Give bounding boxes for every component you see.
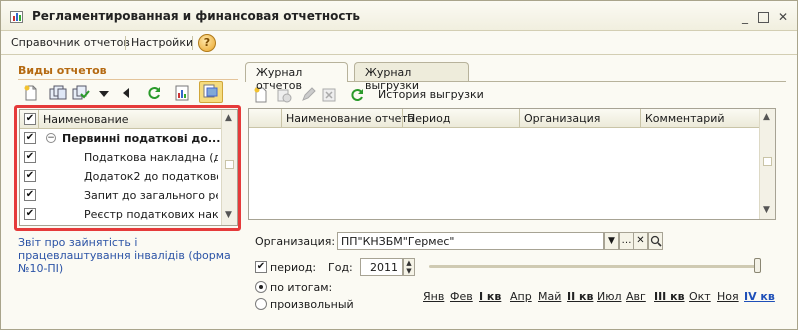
tree-row-group[interactable]: ✔ − Первинні податкові до... <box>20 129 220 148</box>
year-field[interactable]: 2011 <box>360 258 403 276</box>
tree-row-label: Податкова накладна (д... <box>84 151 218 164</box>
tree-mode-toggle[interactable] <box>199 81 223 103</box>
menu-separator <box>192 36 193 50</box>
report-chart-icon[interactable] <box>174 85 192 101</box>
month-may[interactable]: Май <box>538 290 561 303</box>
period-slider-thumb[interactable] <box>754 258 761 273</box>
clear-icon[interactable]: ✕ <box>633 232 648 250</box>
tree-row-label: Первинні податкові до... <box>62 132 220 145</box>
new-document-icon[interactable] <box>23 85 41 101</box>
menu-settings[interactable]: Настройки <box>131 36 193 49</box>
scroll-up-icon[interactable]: ▲ <box>225 113 232 123</box>
month-jul[interactable]: Июл <box>597 290 622 303</box>
tree-row[interactable]: ✔ Реєстр податкових нак... <box>20 205 220 224</box>
copy-icon[interactable] <box>49 85 67 101</box>
maximize-button[interactable] <box>758 12 769 23</box>
period-slider-track[interactable] <box>429 265 759 268</box>
report-kinds-tree[interactable]: ✔ Наименование ✔ − Первинні податкові до… <box>19 109 238 226</box>
tree-header-label: Наименование <box>43 113 129 126</box>
section-divider <box>18 79 238 80</box>
menu-separator <box>125 36 126 50</box>
delete-icon[interactable] <box>321 87 337 106</box>
quarter-3[interactable]: III кв <box>654 290 685 303</box>
year-spinner[interactable]: ▲ ▼ <box>403 258 415 276</box>
tree-row-label: Додаток2 до податково... <box>84 170 218 183</box>
column-header-organization[interactable]: Организация <box>524 112 600 125</box>
tree-row[interactable]: ✔ Податкова накладна (д... <box>20 148 220 167</box>
tree-row-label: Запит до загального ре... <box>84 189 218 202</box>
column-separator <box>402 109 403 127</box>
report-chart-icon <box>10 11 23 23</box>
search-icon[interactable] <box>648 232 663 250</box>
close-button[interactable]: ✕ <box>776 10 790 24</box>
edit-pencil-icon[interactable] <box>300 87 316 106</box>
title-bar: Регламентированная и финансовая отчетнос… <box>1 1 797 31</box>
month-jan[interactable]: Янв <box>423 290 444 303</box>
organization-label: Организация: <box>255 235 336 248</box>
table-scrollbar[interactable]: ▲ ▼ <box>759 109 775 219</box>
collapse-icon[interactable]: − <box>46 133 56 143</box>
quarter-2[interactable]: II кв <box>567 290 593 303</box>
tree-row-label: Реєстр податкових нак... <box>84 208 218 221</box>
report-journal-table[interactable]: Наименование отчета Период Организация К… <box>248 108 776 220</box>
export-history-button[interactable]: История выгрузки <box>378 88 484 101</box>
scroll-up-icon[interactable]: ▲ <box>763 112 770 122</box>
header-separator <box>38 110 39 128</box>
tree-header: ✔ Наименование <box>20 110 237 129</box>
period-label: период: <box>270 261 317 274</box>
dropdown-arrow-icon[interactable] <box>97 85 115 101</box>
ellipsis-button[interactable]: … <box>619 232 634 250</box>
row-checkbox[interactable]: ✔ <box>24 132 36 144</box>
row-checkbox[interactable]: ✔ <box>24 151 36 163</box>
column-header-report-name[interactable]: Наименование отчета <box>286 112 415 125</box>
quarter-4[interactable]: IV кв <box>744 290 775 303</box>
column-separator <box>640 109 641 127</box>
radio-arbitrary[interactable] <box>255 298 267 310</box>
column-separator <box>281 109 282 127</box>
month-oct[interactable]: Окт <box>689 290 711 303</box>
scroll-thumb[interactable] <box>225 160 234 169</box>
month-nov[interactable]: Ноя <box>717 290 739 303</box>
report-description: Звіт про зайнятість і працевлаштування і… <box>18 236 231 275</box>
month-feb[interactable]: Фев <box>450 290 473 303</box>
organization-field[interactable]: ПП"КНЗБМ"Гермес" <box>337 232 604 250</box>
report-kinds-title: Виды отчетов <box>18 64 107 77</box>
year-label: Год: <box>328 261 353 274</box>
column-header-comment[interactable]: Комментарий <box>645 112 725 125</box>
tree-row[interactable]: ✔ Додаток2 до податково... <box>20 167 220 186</box>
column-header-period[interactable]: Период <box>407 112 451 125</box>
refresh-icon[interactable] <box>349 87 365 106</box>
tree-scrollbar[interactable]: ▲ ▼ <box>221 110 237 225</box>
menu-bar: Справочник отчетов Настройки ? <box>1 31 797 55</box>
window-title: Регламентированная и финансовая отчетнос… <box>32 9 361 23</box>
header-checkbox[interactable]: ✔ <box>24 113 36 125</box>
help-button[interactable]: ? <box>198 34 216 52</box>
row-checkbox[interactable]: ✔ <box>24 208 36 220</box>
row-checkbox[interactable]: ✔ <box>24 189 36 201</box>
chevron-down-icon[interactable]: ▼ <box>604 232 619 250</box>
radio-by-totals-label: по итогам: <box>270 281 333 294</box>
scroll-down-icon[interactable]: ▼ <box>225 210 232 220</box>
scroll-thumb[interactable] <box>763 157 772 166</box>
radio-arbitrary-label: произвольный <box>270 298 354 311</box>
scroll-down-icon[interactable]: ▼ <box>763 205 770 215</box>
minimize-button[interactable]: _ <box>738 10 752 24</box>
period-checkbox[interactable]: ✔ <box>255 261 267 273</box>
refresh-icon[interactable] <box>146 85 164 101</box>
row-checkbox[interactable]: ✔ <box>24 170 36 182</box>
tree-row[interactable]: ✔ Запит до загального ре... <box>20 186 220 205</box>
tab-report-journal[interactable]: Журнал отчетов <box>245 62 348 92</box>
table-header: Наименование отчета Период Организация К… <box>249 109 775 128</box>
column-separator <box>519 109 520 127</box>
report-window: Регламентированная и финансовая отчетнос… <box>0 0 798 330</box>
month-apr[interactable]: Апр <box>510 290 532 303</box>
month-aug[interactable]: Авг <box>626 290 646 303</box>
menu-reports-directory[interactable]: Справочник отчетов <box>11 36 130 49</box>
radio-by-totals[interactable] <box>255 281 267 293</box>
back-arrow-icon[interactable] <box>120 85 138 101</box>
tab-export-journal[interactable]: Журнал выгрузки <box>354 62 469 92</box>
quarter-1[interactable]: I кв <box>479 290 501 303</box>
copy-green-icon[interactable] <box>72 85 90 101</box>
